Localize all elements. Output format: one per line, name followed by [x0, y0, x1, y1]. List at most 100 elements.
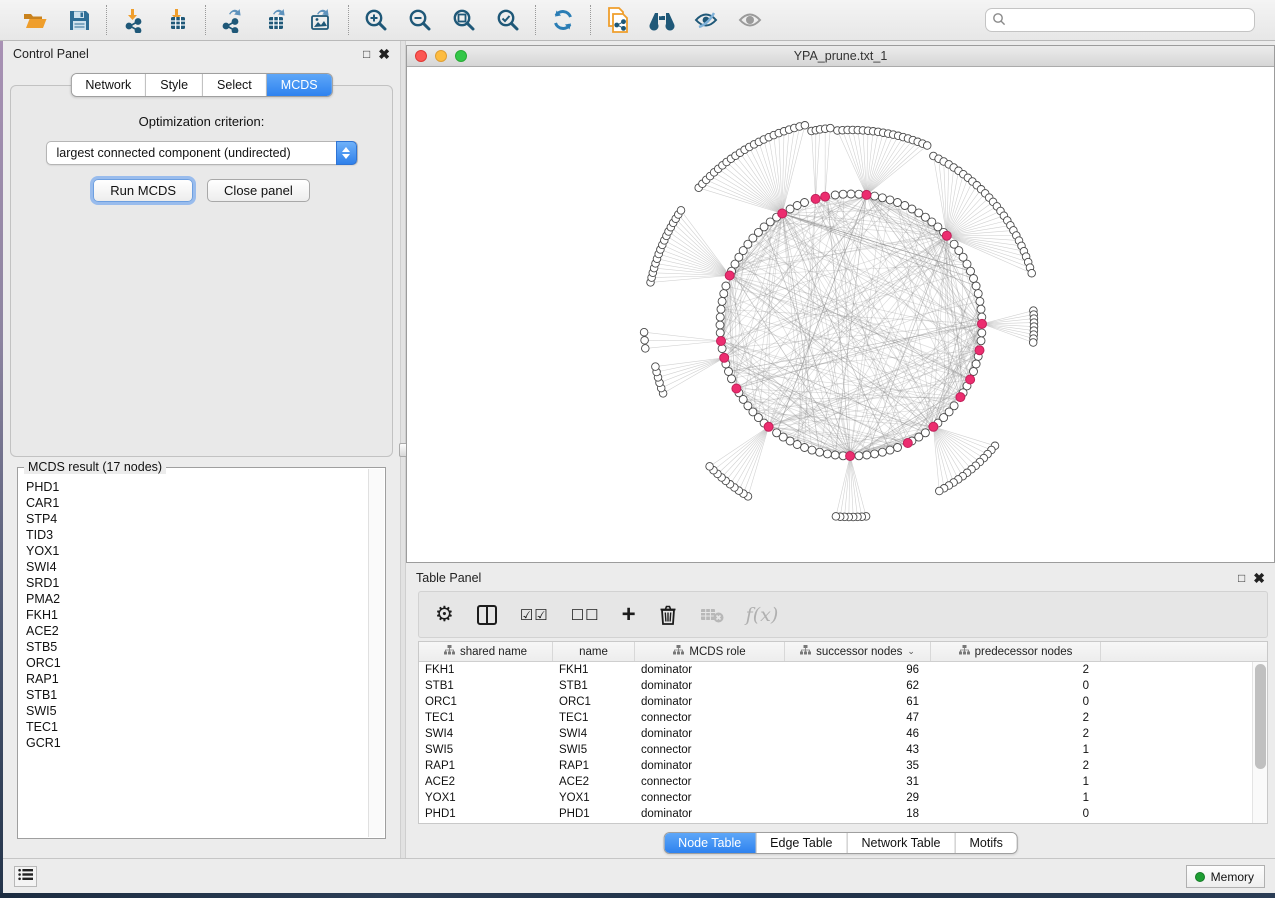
table-row[interactable]: ORC1ORC1dominator610 — [419, 694, 1252, 710]
mcds-result-scrollbar[interactable] — [368, 469, 384, 837]
import-table-icon[interactable] — [163, 5, 193, 35]
show-hidden-icon[interactable] — [735, 5, 765, 35]
table-row[interactable]: ACE2ACE2connector311 — [419, 774, 1252, 790]
mcds-result-item[interactable]: PHD1 — [26, 479, 368, 495]
table-row[interactable]: RAP1RAP1dominator352 — [419, 758, 1252, 774]
mcds-result-item[interactable]: SRD1 — [26, 575, 368, 591]
hide-selected-icon[interactable] — [691, 5, 721, 35]
open-folder-icon[interactable] — [20, 5, 50, 35]
settings-icon[interactable]: ⚙ — [435, 604, 454, 625]
column-header-MCDS-role[interactable]: MCDS role — [635, 642, 785, 661]
cell-mcds_role: dominator — [635, 664, 785, 676]
mcds-result-item[interactable]: RAP1 — [26, 671, 368, 687]
add-row-icon[interactable]: + — [622, 603, 636, 627]
cell-shared_name: RAP1 — [419, 760, 553, 772]
mcds-hub-node[interactable] — [811, 194, 820, 203]
mcds-hub-node[interactable] — [903, 439, 912, 448]
mcds-hub-node[interactable] — [978, 319, 987, 328]
column-header-predecessor-nodes[interactable]: predecessor nodes — [931, 642, 1101, 661]
mcds-hub-node[interactable] — [732, 384, 741, 393]
zoom-fit-icon[interactable] — [449, 5, 479, 35]
mcds-hub-node[interactable] — [764, 422, 773, 431]
table-row[interactable]: PHD1PHD1dominator180 — [419, 806, 1252, 822]
refresh-icon[interactable] — [548, 5, 578, 35]
mcds-hub-node[interactable] — [966, 375, 975, 384]
mcds-result-item[interactable]: ORC1 — [26, 655, 368, 671]
zoom-out-icon[interactable] — [405, 5, 435, 35]
network-canvas[interactable] — [407, 67, 1274, 562]
mcds-result-item[interactable]: STP4 — [26, 511, 368, 527]
save-icon[interactable] — [64, 5, 94, 35]
cell-successor_nodes: 96 — [785, 664, 931, 676]
mcds-hub-node[interactable] — [975, 346, 984, 355]
column-header-successor-nodes[interactable]: successor nodes⌄ — [785, 642, 931, 661]
table-row[interactable]: FKH1FKH1dominator962 — [419, 662, 1252, 678]
mcds-result-item[interactable]: PMA2 — [26, 591, 368, 607]
column-header-name[interactable]: name — [553, 642, 635, 661]
table-row[interactable]: YOX1YOX1connector291 — [419, 790, 1252, 806]
search-input[interactable] — [985, 8, 1255, 32]
run-mcds-button[interactable]: Run MCDS — [93, 179, 193, 202]
mcds-hub-node[interactable] — [720, 353, 729, 362]
close-table-panel-icon[interactable]: ✖ — [1253, 571, 1265, 585]
columns-icon[interactable] — [476, 604, 498, 626]
mcds-result-item[interactable]: STB5 — [26, 639, 368, 655]
mcds-result-item[interactable]: STB1 — [26, 687, 368, 703]
tab-edge-table[interactable]: Edge Table — [756, 833, 847, 853]
task-history-button[interactable] — [14, 866, 37, 887]
table-row[interactable]: SWI4SWI4dominator462 — [419, 726, 1252, 742]
select-all-icon[interactable]: ☑☑ — [520, 606, 549, 624]
mcds-result-item[interactable]: FKH1 — [26, 607, 368, 623]
mcds-result-item[interactable]: ACE2 — [26, 623, 368, 639]
table-scrollbar-thumb[interactable] — [1255, 664, 1266, 769]
column-header-shared-name[interactable]: shared name — [419, 642, 553, 661]
delete-row-icon[interactable] — [658, 604, 678, 626]
tab-node-table[interactable]: Node Table — [664, 833, 756, 853]
cell-shared_name: YOX1 — [419, 792, 553, 804]
memory-button[interactable]: Memory — [1186, 865, 1265, 888]
mcds-hub-node[interactable] — [846, 452, 855, 461]
close-panel-icon[interactable]: ✖ — [378, 47, 390, 61]
float-panel-icon[interactable]: □ — [363, 48, 370, 60]
import-network-icon[interactable] — [119, 5, 149, 35]
tab-select[interactable]: Select — [203, 74, 267, 96]
mcds-hub-node[interactable] — [778, 209, 787, 218]
tab-motifs[interactable]: Motifs — [955, 833, 1016, 853]
deselect-all-icon[interactable]: ☐☐ — [571, 606, 600, 624]
float-table-panel-icon[interactable]: □ — [1238, 572, 1245, 584]
tab-network-table[interactable]: Network Table — [848, 833, 956, 853]
mcds-hub-node[interactable] — [725, 271, 734, 280]
mcds-result-item[interactable]: SWI4 — [26, 559, 368, 575]
mcds-result-item[interactable]: SWI5 — [26, 703, 368, 719]
mcds-hub-node[interactable] — [942, 231, 951, 240]
optimization-criterion-dropdown[interactable]: largest connected component (undirected) — [46, 141, 358, 165]
mcds-result-item[interactable]: YOX1 — [26, 543, 368, 559]
mcds-hub-node[interactable] — [929, 422, 938, 431]
mcds-result-item[interactable]: TID3 — [26, 527, 368, 543]
export-network-icon[interactable] — [218, 5, 248, 35]
mcds-hub-node[interactable] — [821, 192, 830, 201]
search-network-icon[interactable] — [647, 5, 677, 35]
tab-style[interactable]: Style — [146, 74, 203, 96]
graph-nodes[interactable] — [640, 122, 1038, 521]
zoom-in-icon[interactable] — [361, 5, 391, 35]
tab-network[interactable]: Network — [71, 74, 146, 96]
cell-successor_nodes: 35 — [785, 760, 931, 772]
mcds-result-item[interactable]: TEC1 — [26, 719, 368, 735]
table-row[interactable]: SWI5SWI5connector431 — [419, 742, 1252, 758]
mcds-result-item[interactable]: GCR1 — [26, 735, 368, 751]
mcds-hub-node[interactable] — [717, 337, 726, 346]
close-panel-button[interactable]: Close panel — [207, 179, 310, 202]
export-table-icon[interactable] — [262, 5, 292, 35]
tab-mcds[interactable]: MCDS — [267, 74, 332, 96]
table-scrollbar[interactable] — [1252, 662, 1267, 823]
export-image-icon[interactable] — [306, 5, 336, 35]
mcds-result-item[interactable]: CAR1 — [26, 495, 368, 511]
list-icon — [18, 868, 33, 886]
clone-network-icon[interactable] — [603, 5, 633, 35]
mcds-hub-node[interactable] — [956, 393, 965, 402]
table-row[interactable]: STB1STB1dominator620 — [419, 678, 1252, 694]
mcds-hub-node[interactable] — [862, 190, 871, 199]
zoom-selected-icon[interactable] — [493, 5, 523, 35]
table-row[interactable]: TEC1TEC1connector472 — [419, 710, 1252, 726]
